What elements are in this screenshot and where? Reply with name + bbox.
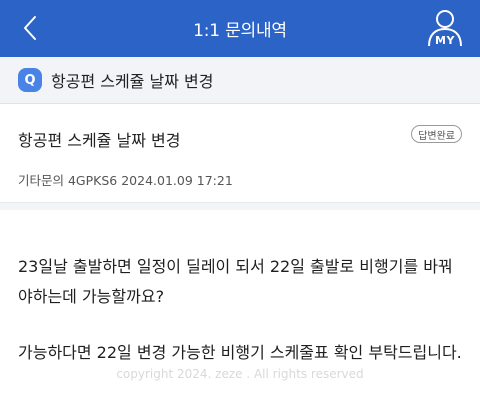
- copyright-text: copyright 2024. zeze . All rights reserv…: [116, 367, 364, 381]
- content-paragraph: 23일날 출발하면 일정이 딜레이 되서 22일 출발로 비행기를 바꿔야하는데…: [18, 257, 453, 306]
- top-header: 1:1 문의내역 MY: [0, 0, 480, 57]
- inquiry-content: 23일날 출발하면 일정이 딜레이 되서 22일 출발로 비행기를 바꿔야하는데…: [18, 252, 466, 368]
- my-label: MY: [435, 34, 455, 47]
- content-paragraph: 가능하다면 22일 변경 가능한 비행기 스케줄표 확인 부탁드립니다.: [18, 343, 462, 362]
- page-title: 1:1 문의내역: [193, 21, 287, 41]
- question-subject: 항공편 스케쥴 날짜 변경: [51, 72, 214, 91]
- status-badge: 답변완료: [411, 125, 462, 143]
- section-divider: [0, 202, 480, 210]
- inquiry-info: 항공편 스케쥴 날짜 변경 답변완료 기타문의 4GPKS6 2024.01.0…: [0, 104, 480, 202]
- my-page-button[interactable]: MY: [422, 6, 468, 50]
- inquiry-meta: 기타문의 4GPKS6 2024.01.09 17:21: [18, 173, 233, 188]
- question-subject-bar: Q 항공편 스케쥴 날짜 변경: [0, 57, 480, 104]
- inquiry-title: 항공편 스케쥴 날짜 변경: [18, 131, 181, 150]
- question-badge: Q: [18, 68, 42, 92]
